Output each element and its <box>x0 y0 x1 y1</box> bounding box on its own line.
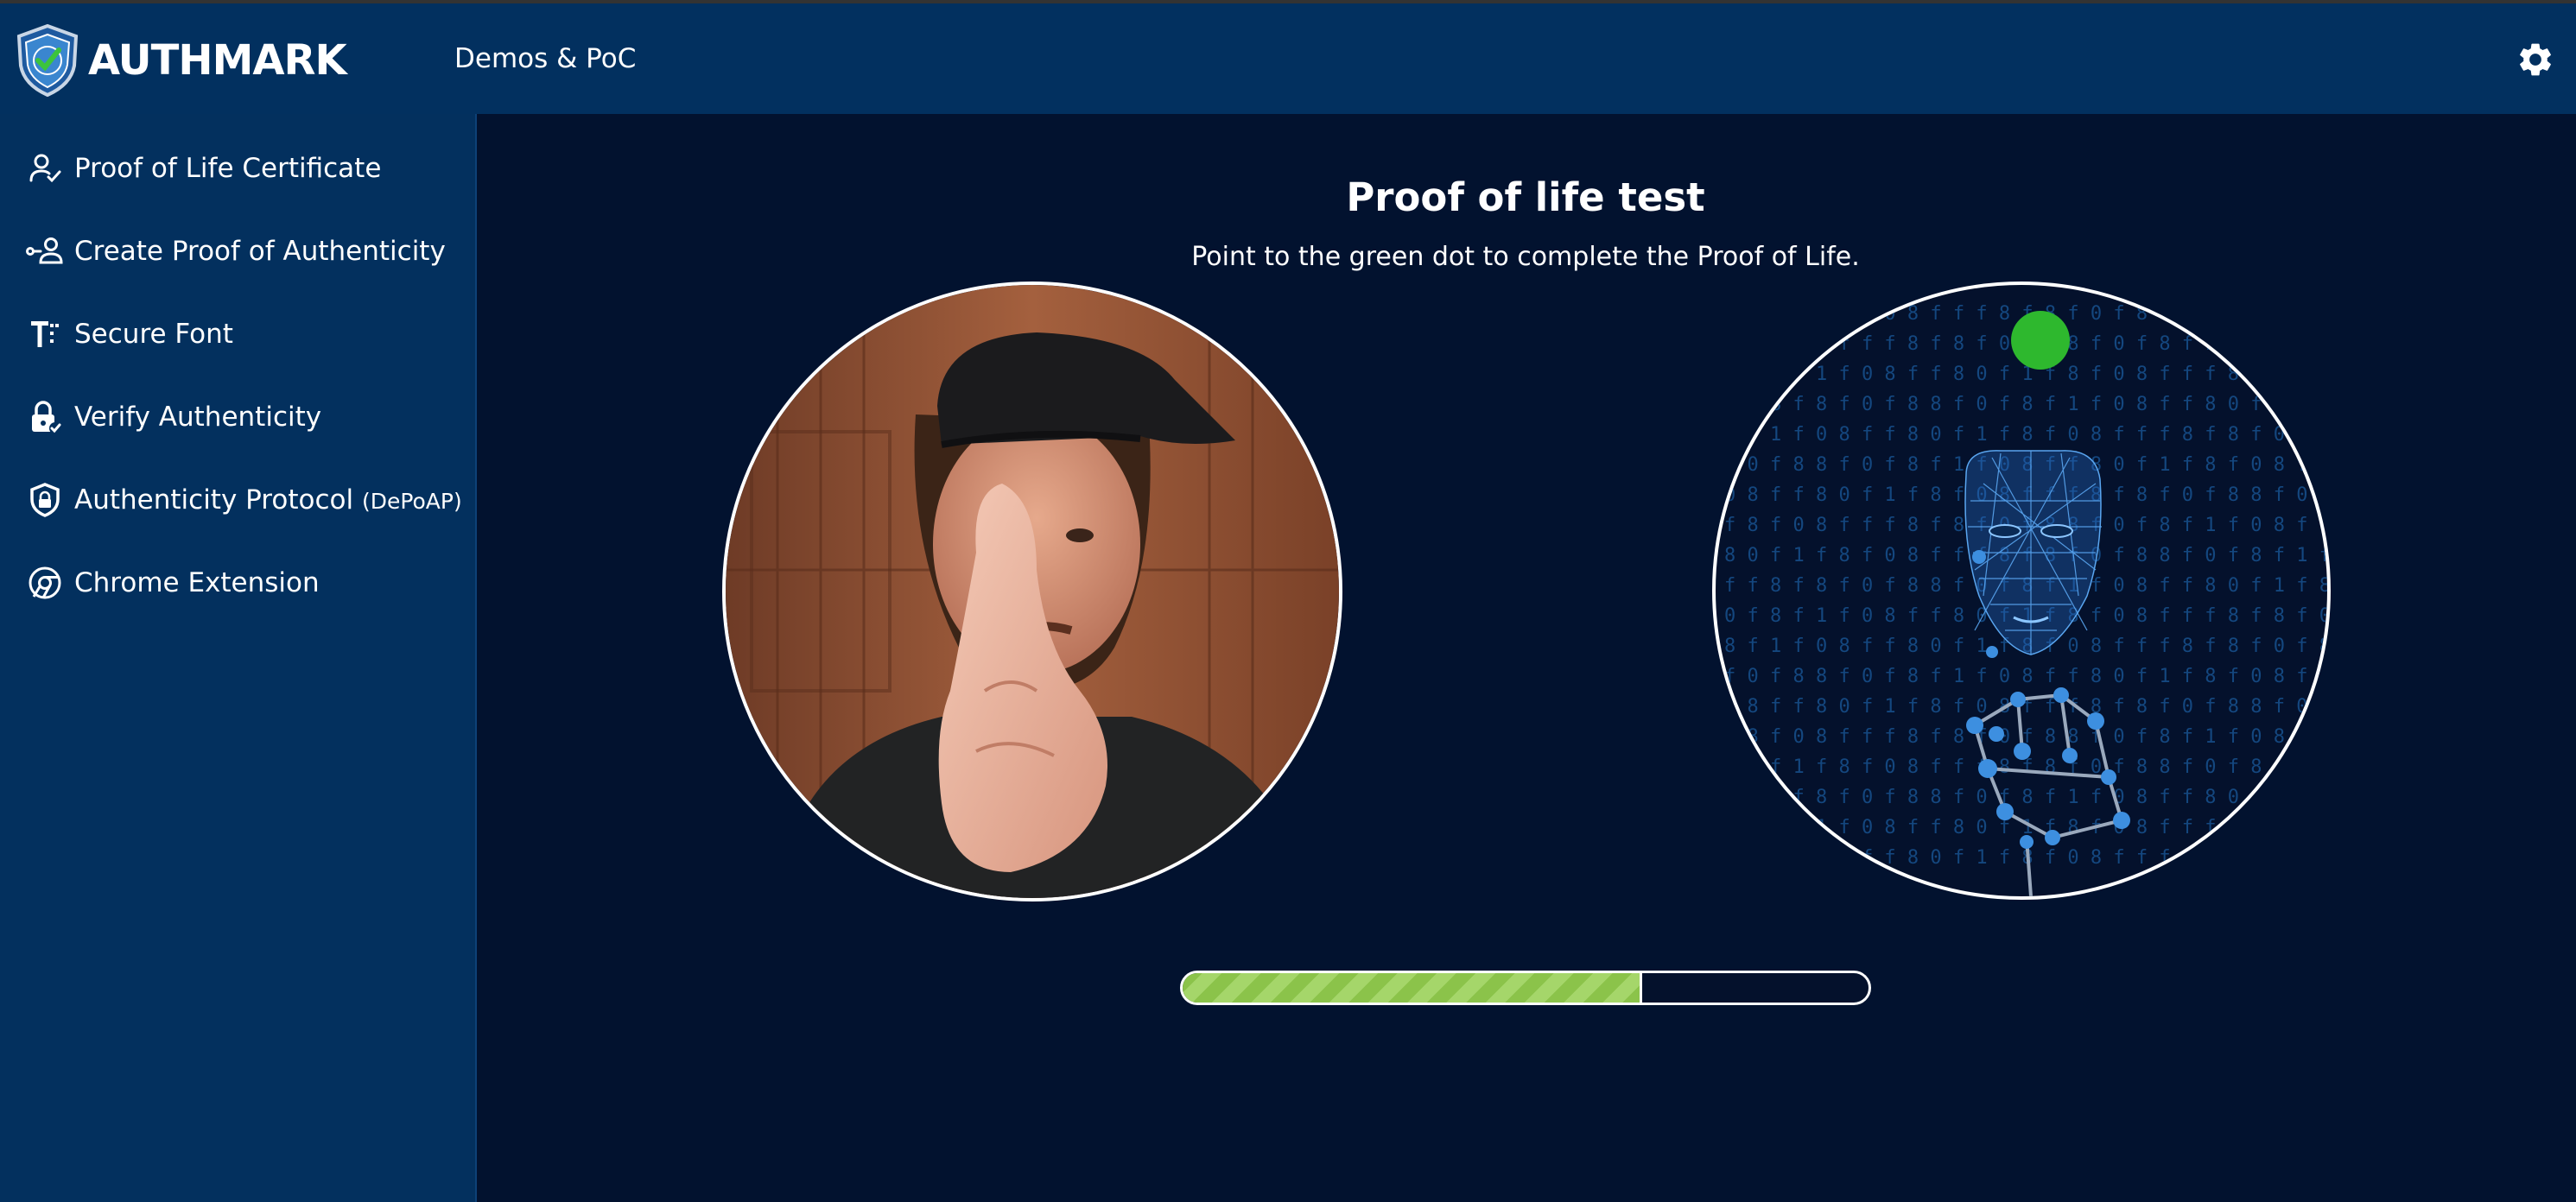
camera-feed <box>722 282 1342 902</box>
svg-text:f 0 f 8 8 f 0 f 8 f 1 f 0 8 f: f 0 f 8 8 f 0 f 8 f 1 f 0 8 f f 8 0 f 1 … <box>1724 666 2327 687</box>
progress-bar <box>1180 971 1871 1005</box>
person-link-icon <box>26 232 64 270</box>
sidebar-item-chrome-extension[interactable]: Chrome Extension <box>0 552 477 614</box>
sidebar-item-authenticity-protocol[interactable]: Authenticity Protocol (DePoAP) <box>0 469 477 531</box>
sidebar-item-secure-font[interactable]: Secure Font <box>0 303 477 365</box>
sidebar-item-proof-of-life-certificate[interactable]: Proof of Life Certificate <box>0 137 477 199</box>
sidebar-item-verify-authenticity[interactable]: Verify Authenticity <box>0 386 477 448</box>
sidebar-item-create-proof-of-authenticity[interactable]: Create Proof of Authenticity <box>0 220 477 282</box>
sidebar-item-label: Authenticity Protocol (DePoAP) <box>74 484 462 516</box>
svg-text:0 f 8 f 1 f 0 8 f f 8 0 f 1 f: 0 f 8 f 1 f 0 8 f f 8 0 f 1 f 8 f 0 8 f … <box>1724 364 2327 385</box>
sidebar: Proof of Life Certificate Create Proof o… <box>0 114 477 1202</box>
app-subtitle: Demos & PoC <box>454 43 637 74</box>
svg-text:8 0 f 1 f 8 f 0 8 f f f 8 f 8: 8 0 f 1 f 8 f 0 8 f f f 8 f 8 f 0 f 8 8 … <box>1724 756 2327 778</box>
person-check-icon <box>26 149 64 187</box>
logo-shield-icon <box>16 24 79 97</box>
top-bar: AUTHMARK Demos & PoC <box>0 0 2576 114</box>
sidebar-item-label: Chrome Extension <box>74 567 320 598</box>
face-mesh-image: 8 0 f 1 f 8 f 0 8 f f f 8 f 8 f 0 f 8 8 … <box>1724 303 2327 896</box>
sidebar-item-label: Proof of Life Certificate <box>74 153 382 184</box>
sidebar-item-label-main: Authenticity Protocol <box>74 484 354 516</box>
svg-text:8 f 1 f 0 8 f f 8 0 f 1 f 8 f: 8 f 1 f 0 8 f f 8 0 f 1 f 8 f 0 8 f f f … <box>1724 424 2327 446</box>
sidebar-item-label: Secure Font <box>74 319 233 350</box>
svg-text:f f 8 f 8 f 0 f 8 8 f 0 f 8 f: f f 8 f 8 f 0 f 8 8 f 0 f 8 f 1 f 0 8 f … <box>1724 394 2327 415</box>
svg-text:8 f 1 f 0 8 f f 8 0 f 1 f 8 f: 8 f 1 f 0 8 f f 8 0 f 1 f 8 f 0 8 f f f … <box>1724 847 2327 869</box>
gear-icon[interactable] <box>2516 40 2555 79</box>
sidebar-item-label: Verify Authenticity <box>74 402 322 433</box>
sidebar-item-label-suffix: (DePoAP) <box>361 489 462 514</box>
lock-check-icon <box>26 398 64 436</box>
logo-text: AUTHMARK <box>88 36 347 85</box>
logo[interactable]: AUTHMARK <box>16 24 347 97</box>
instruction-text: Point to the green dot to complete the P… <box>1191 242 1860 272</box>
progress-bar-fill <box>1183 973 1642 1003</box>
camera-feed-image <box>726 285 1339 898</box>
target-dot <box>2011 311 2070 370</box>
face-tracking-view: 8 0 f 1 f 8 f 0 8 f f f 8 f 8 f 0 f 8 8 … <box>1712 282 2331 900</box>
sidebar-item-label: Create Proof of Authenticity <box>74 236 446 267</box>
chrome-icon <box>26 564 64 602</box>
svg-text:f f 8 f 8 f 0 f 8 8 f 0 f 8 f: f f 8 f 8 f 0 f 8 8 f 0 f 8 f 1 f 0 8 f … <box>1724 787 2327 808</box>
shield-lock-icon <box>26 481 64 519</box>
font-icon <box>26 315 64 353</box>
page-title: Proof of life test <box>1346 174 1705 220</box>
